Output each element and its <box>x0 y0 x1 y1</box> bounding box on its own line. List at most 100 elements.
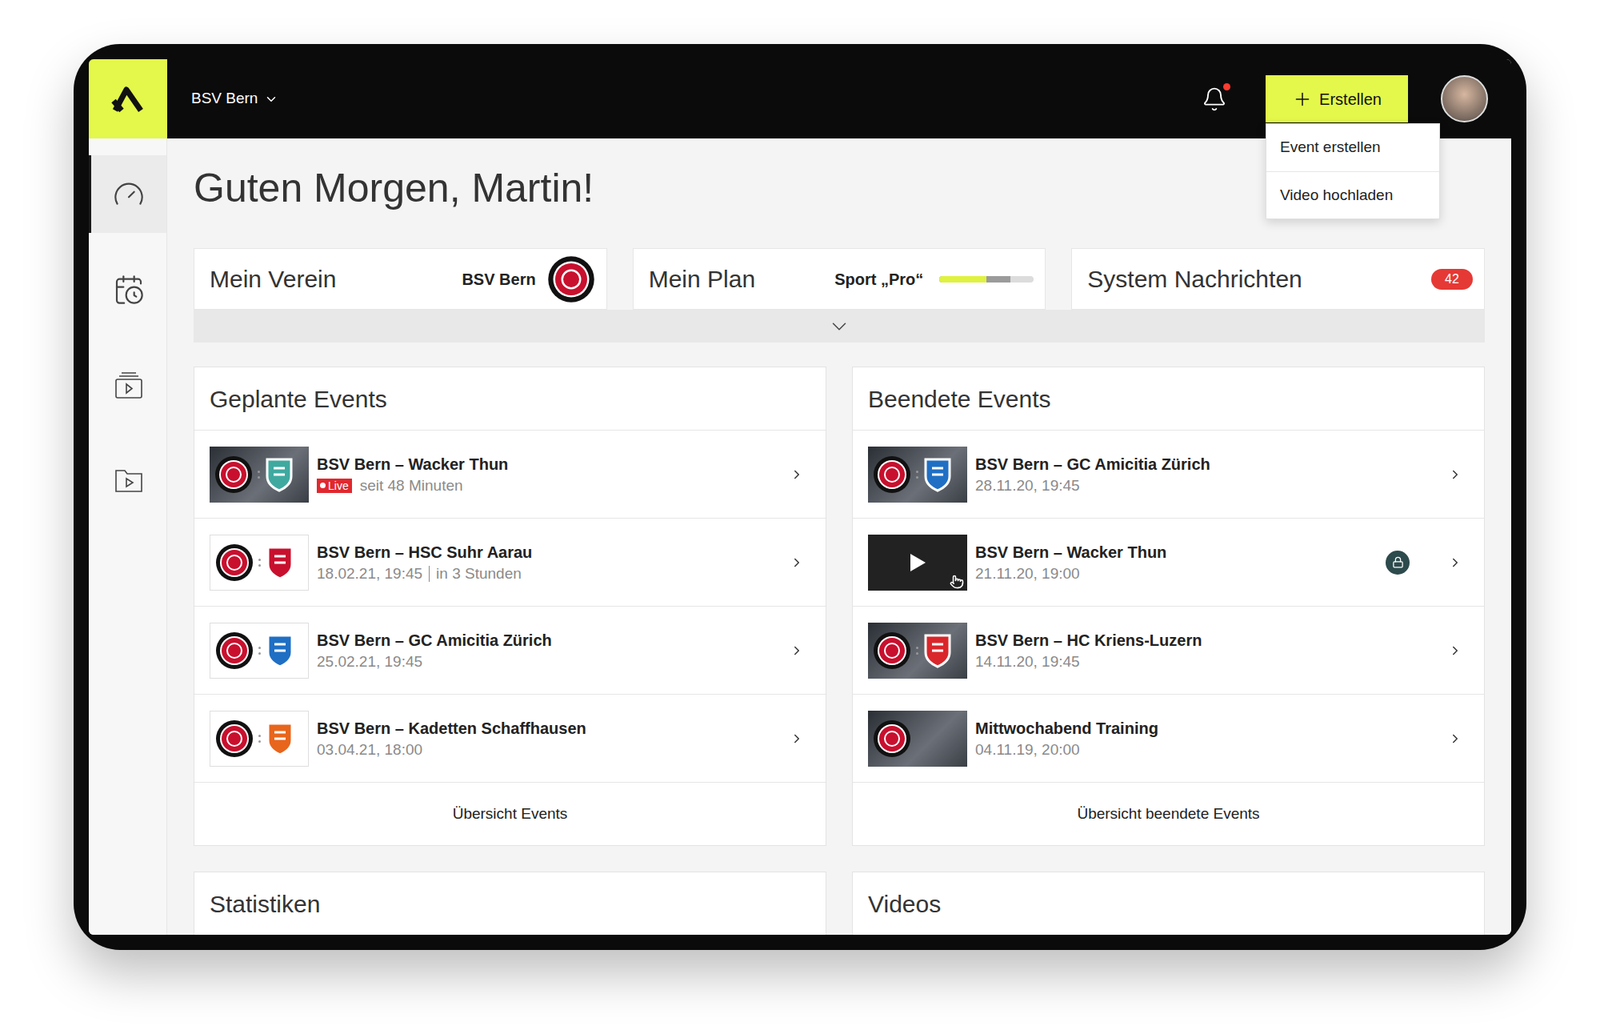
event-row[interactable]: BSV Bern – Kadetten Schaffhausen03.04.21… <box>194 694 826 783</box>
plan-usage-bar <box>939 276 1034 283</box>
club-logo-icon <box>215 543 254 582</box>
chevron-right-icon[interactable] <box>1448 643 1463 658</box>
chevron-right-icon[interactable] <box>789 731 804 746</box>
create-menu-item[interactable]: Event erstellen <box>1266 124 1440 172</box>
event-title: BSV Bern – Wacker Thun <box>316 453 790 475</box>
user-avatar[interactable] <box>1440 75 1488 123</box>
panel-header: Videos <box>852 872 1484 935</box>
versus-mark <box>916 646 919 655</box>
opponent-logo-icon <box>265 632 295 668</box>
expand-chevron-icon <box>827 314 852 339</box>
event-thumbnail <box>868 622 968 679</box>
event-row[interactable]: Mittwochabend Training04.11.19, 20:00 <box>852 694 1484 783</box>
event-thumbnail <box>868 534 968 591</box>
event-date: 14.11.20, 19:45 <box>975 652 1080 672</box>
panel-header: Geplante Events <box>194 367 826 431</box>
sidebar <box>88 138 168 935</box>
panel-footer-link[interactable]: Übersicht Events <box>194 782 826 845</box>
event-title: BSV Bern – Kadetten Schaffhausen <box>316 717 790 739</box>
panel-header: Beendete Events <box>852 367 1484 431</box>
bottom-panel: Statistiken <box>193 871 827 935</box>
info-card-title: System Nachrichten <box>1087 260 1302 297</box>
chevron-right-icon[interactable] <box>789 643 804 658</box>
event-row[interactable]: BSV Bern – HC Kriens-Luzern14.11.20, 19:… <box>852 606 1484 695</box>
sidebar-item[interactable] <box>88 440 167 519</box>
event-row[interactable]: BSV Bern – GC Amicitia Zürich25.02.21, 1… <box>194 606 826 695</box>
versus-mark <box>916 470 919 479</box>
top-bar: BSV BernErstellenEvent erstellenVideo ho… <box>88 59 1512 139</box>
notifications-button[interactable] <box>1201 86 1228 112</box>
main-content: Guten Morgen, Martin!Mein VereinBSV Bern… <box>167 138 1512 935</box>
info-expand-strip[interactable] <box>193 309 1485 343</box>
info-card-title: Mein Verein <box>209 260 336 297</box>
event-row[interactable]: BSV Bern – HSC Suhr Aarau18.02.21, 19:45… <box>194 518 826 607</box>
sidebar-item[interactable] <box>88 155 167 233</box>
event-date: 04.11.19, 20:00 <box>975 740 1080 760</box>
dashboard-icon <box>112 178 145 211</box>
event-date: 25.02.21, 19:45 <box>316 652 423 672</box>
event-relative-time: in 3 Stunden <box>436 564 522 584</box>
create-menu-item[interactable]: Video hochladen <box>1266 171 1440 219</box>
calendar-icon <box>112 273 145 306</box>
sidebar-item[interactable] <box>88 345 167 424</box>
create-button[interactable]: Erstellen <box>1265 75 1408 123</box>
event-date: 28.11.20, 19:45 <box>975 476 1080 496</box>
planned-events-panel: Geplante Events BSV Bern – Wacker Thun Liv… <box>193 366 827 846</box>
device-frame: BSV Bern ErstellenEvent erstellenVideo ho… <box>73 44 1527 950</box>
event-thumbnail <box>868 710 968 767</box>
opponent-logo-icon <box>264 456 294 492</box>
plan-name: Sport „Pro“ <box>834 267 924 292</box>
lock-icon <box>1392 556 1404 568</box>
event-thumbnail <box>209 710 309 767</box>
info-card[interactable]: Mein PlanSport „Pro“ <box>632 248 1047 310</box>
event-title: BSV Bern – HSC Suhr Aarau <box>316 541 790 563</box>
video-overlay[interactable] <box>868 534 968 591</box>
message-count-badge: 42 <box>1431 268 1473 290</box>
event-row[interactable]: BSV Bern – GC Amicitia Zürich28.11.20, 1… <box>852 430 1484 519</box>
app-logo[interactable] <box>88 59 168 139</box>
club-logo-icon <box>872 719 912 758</box>
event-row[interactable]: BSV Bern – Wacker ThunLiveseit 48 Minute… <box>194 430 826 519</box>
lock-badge <box>1385 550 1410 575</box>
sidebar-item[interactable] <box>88 250 167 328</box>
versus-mark <box>258 646 261 655</box>
chevron-down-icon <box>264 92 279 107</box>
media-folder-icon <box>112 464 145 496</box>
opponent-logo-icon <box>923 632 952 668</box>
chevron-right-icon[interactable] <box>1448 555 1463 570</box>
panel-footer-link[interactable]: Übersicht beendete Events <box>852 782 1484 845</box>
plus-icon <box>1292 88 1313 110</box>
chevron-right-icon[interactable] <box>1448 731 1463 746</box>
event-date: 03.04.21, 18:00 <box>316 740 423 760</box>
club-logo-icon <box>872 455 912 494</box>
event-title: Mittwochabend Training <box>975 717 1448 739</box>
event-row[interactable]: BSV Bern – Wacker Thun21.11.20, 19:00 <box>852 518 1484 607</box>
event-date: 21.11.20, 19:00 <box>975 564 1080 584</box>
live-badge: Live <box>316 478 352 493</box>
event-title: BSV Bern – GC Amicitia Zürich <box>316 629 790 651</box>
play-icon[interactable] <box>908 552 928 573</box>
separator <box>428 565 430 582</box>
event-thumbnail <box>209 446 309 503</box>
event-title: BSV Bern – GC Amicitia Zürich <box>975 453 1448 475</box>
screen: BSV Bern ErstellenEvent erstellenVideo ho… <box>88 59 1512 935</box>
create-menu: Event erstellenVideo hochladen <box>1265 123 1440 220</box>
ended-events-panel: Beendete EventsBSV Bern – GC Amicitia Zü… <box>852 366 1485 846</box>
club-logo-icon <box>215 719 254 758</box>
org-switcher[interactable]: BSV Bern <box>191 87 279 111</box>
event-title: BSV Bern – HC Kriens-Luzern <box>975 629 1448 651</box>
info-card[interactable]: System Nachrichten 42 <box>1071 248 1485 310</box>
opponent-logo-icon <box>265 544 295 580</box>
chevron-right-icon[interactable] <box>1448 467 1463 482</box>
video-library-icon <box>112 368 145 401</box>
event-date: 18.02.21, 19:45 <box>316 564 423 584</box>
club-name: BSV Bern <box>461 267 536 292</box>
info-card[interactable]: Mein Verein BSV Bern <box>193 248 608 310</box>
versus-mark <box>258 558 261 567</box>
unread-dot <box>1223 83 1231 91</box>
chevron-right-icon[interactable] <box>789 467 804 482</box>
club-logo-icon <box>547 255 596 304</box>
panel-header: Statistiken <box>194 872 826 935</box>
chevron-right-icon[interactable] <box>789 555 804 570</box>
opponent-logo-icon <box>923 456 952 492</box>
